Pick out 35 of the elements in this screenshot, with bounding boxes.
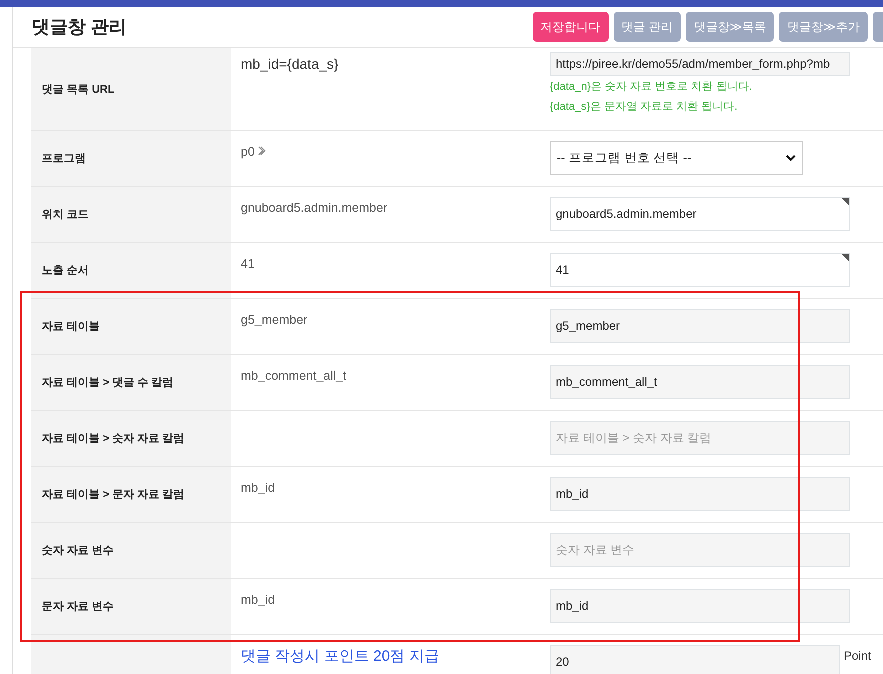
text-field[interactable]: 41 [550, 253, 850, 287]
value-text: mb_comment_all_t [241, 369, 347, 383]
label-cell: 자료 테이블 > 댓글 수 칼럼 [31, 355, 231, 410]
label-cell: 프로그램 [31, 131, 231, 186]
label-cell: 자료 테이블 [31, 299, 231, 354]
text-field[interactable]: gnuboard5.admin.member [550, 197, 850, 231]
hint-text: {data_s}은 문자열 자료로 치환 됩니다. [550, 100, 739, 115]
text-field[interactable]: mb_comment_all_t [550, 365, 850, 399]
page-title: 댓글창 관리 [32, 16, 128, 39]
value-text: g5_member [241, 313, 308, 327]
unit-label: Point [844, 649, 872, 663]
point-link[interactable]: 댓글 작성시 포인트 20점 지급 [241, 648, 440, 665]
label-cell: 자료 테이블 > 숫자 자료 칼럼 [31, 411, 231, 466]
text-field[interactable]: 자료 테이블 > 숫자 자료 칼럼 [550, 421, 850, 455]
value-text: mb_id [241, 481, 276, 495]
text-field[interactable]: g5_member [550, 309, 850, 343]
label-cell: 자료 테이블 > 문자 자료 칼럼 [31, 467, 231, 522]
label-cell: 댓글 목록 URL [31, 48, 231, 130]
value-text: 41 [241, 257, 255, 271]
text-field[interactable]: 20 [550, 645, 840, 674]
label-cell: 문자 자료 변수 [31, 579, 231, 634]
label-cell: 위치 코드 [31, 187, 231, 242]
text-field[interactable]: 숫자 자료 변수 [550, 533, 850, 567]
url-value: mb_id={data_s} [241, 56, 339, 72]
value-text: p0 [241, 145, 255, 159]
text-field[interactable]: mb_id [550, 477, 850, 511]
hint-text: {data_n}은 숫자 자료 번호로 치환 됩니다. [550, 80, 754, 95]
text-field[interactable]: https://piree.kr/demo55/adm/member_form.php?mb [550, 52, 850, 76]
program-select[interactable]: -- 프로그램 번호 선택 -- [550, 141, 803, 175]
value-text: mb_id [241, 593, 276, 607]
label-cell: 노출 순서 [31, 243, 231, 298]
text-field[interactable]: mb_id [550, 589, 850, 623]
label-cell: 숫자 자료 변수 [31, 523, 231, 578]
header-button[interactable]: 저장합니다 [532, 12, 609, 42]
value-text: gnuboard5.admin.member [241, 201, 388, 215]
